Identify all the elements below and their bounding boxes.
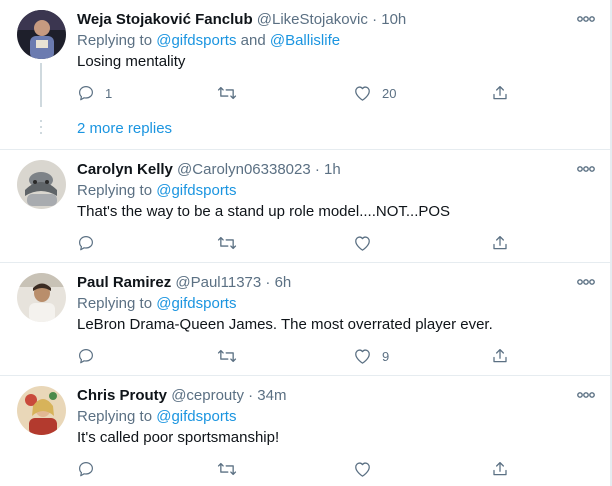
more-button[interactable] — [576, 160, 596, 180]
more-icon — [577, 166, 595, 172]
mention-link[interactable]: @gifdsports — [156, 182, 236, 199]
tweet-header: Carolyn Kelly @Carolyn06338023 · 1h — [77, 160, 596, 180]
reply-count: 1 — [105, 85, 113, 101]
display-name[interactable]: Chris Prouty — [77, 387, 167, 404]
like-button[interactable]: 9 — [353, 345, 389, 367]
share-icon — [493, 348, 507, 363]
reply-button[interactable] — [77, 345, 105, 367]
timestamp[interactable]: 6h — [275, 274, 292, 291]
mention-link[interactable]: @gifdsports — [156, 32, 236, 49]
tweet[interactable]: Carolyn Kelly @Carolyn06338023 · 1h Repl… — [0, 150, 610, 263]
tweet-actions — [77, 458, 507, 480]
timestamp[interactable]: 1h — [324, 161, 341, 178]
replying-prefix: Replying to — [77, 32, 157, 49]
reply-icon — [79, 86, 93, 101]
share-icon — [493, 461, 507, 476]
share-button[interactable] — [491, 458, 509, 480]
reply-icon — [79, 462, 93, 477]
tweet-text: LeBron Drama-Queen James. The most overr… — [77, 316, 493, 333]
and-word: and — [236, 32, 270, 49]
replying-to: Replying to @gifdsports — [77, 294, 596, 314]
replying-to: Replying to @gifdsports — [77, 407, 596, 427]
more-icon — [577, 279, 595, 285]
reply-button[interactable] — [77, 232, 105, 254]
reply-icon — [79, 236, 93, 251]
separator: · — [265, 274, 271, 291]
tweet-header: Chris Prouty @ceprouty · 34m — [77, 386, 596, 406]
display-name[interactable]: Weja Stojaković Fanclub — [77, 11, 253, 28]
reply-icon — [79, 349, 93, 364]
separator: · — [372, 11, 378, 28]
mention-link[interactable]: @gifdsports — [156, 295, 236, 312]
retweet-icon — [217, 86, 237, 100]
like-icon — [355, 236, 370, 251]
replying-to: Replying to @gifdsports and @Ballislife — [77, 31, 596, 51]
more-icon — [577, 392, 595, 398]
tweet-actions: 9 — [77, 345, 507, 367]
timestamp[interactable]: 10h — [381, 11, 406, 28]
tweet[interactable]: Chris Prouty @ceprouty · 34m Replying to… — [0, 376, 610, 486]
tweet-header: Paul Ramirez @Paul11373 · 6h — [77, 273, 596, 293]
tweet-text: That's the way to be a stand up role mod… — [77, 203, 451, 220]
tweet-actions: 1 20 — [77, 82, 507, 104]
replying-to: Replying to @gifdsports — [77, 181, 596, 201]
like-button[interactable] — [353, 232, 382, 254]
share-icon — [493, 85, 507, 100]
avatar[interactable] — [17, 160, 66, 209]
avatar[interactable] — [17, 273, 66, 322]
more-replies-link[interactable]: 2 more replies — [77, 120, 172, 137]
retweet-icon — [217, 349, 237, 363]
replying-prefix: Replying to — [77, 408, 157, 425]
tweet-actions — [77, 232, 507, 254]
retweet-button[interactable] — [217, 458, 247, 480]
like-icon — [355, 86, 370, 101]
handle[interactable]: @LikeStojakovic — [257, 11, 368, 28]
timestamp[interactable]: 34m — [257, 387, 286, 404]
thread-line — [40, 63, 42, 107]
tweet-text: Losing mentality — [77, 53, 186, 70]
more-button[interactable] — [576, 386, 596, 406]
reply-button[interactable] — [77, 458, 105, 480]
retweet-icon — [217, 462, 237, 476]
separator: · — [314, 161, 320, 178]
thread-dots — [40, 120, 42, 138]
avatar[interactable] — [17, 386, 66, 435]
share-button[interactable] — [491, 345, 509, 367]
retweet-button[interactable] — [217, 345, 247, 367]
tweet-header: Weja Stojaković Fanclub @LikeStojakovic … — [77, 10, 596, 30]
mention-link[interactable]: @gifdsports — [156, 408, 236, 425]
like-icon — [355, 349, 370, 364]
retweet-button[interactable] — [217, 82, 247, 104]
more-button[interactable] — [576, 273, 596, 293]
handle[interactable]: @Carolyn06338023 — [177, 161, 311, 178]
retweet-icon — [217, 236, 237, 250]
avatar[interactable] — [17, 10, 66, 59]
like-icon — [355, 462, 370, 477]
share-icon — [493, 235, 507, 250]
handle[interactable]: @ceprouty — [171, 387, 244, 404]
share-button[interactable] — [491, 232, 509, 254]
like-button[interactable]: 20 — [353, 82, 396, 104]
like-count: 20 — [382, 85, 397, 101]
tweet[interactable]: Paul Ramirez @Paul11373 · 6h Replying to… — [0, 263, 610, 376]
display-name[interactable]: Carolyn Kelly — [77, 161, 173, 178]
replying-prefix: Replying to — [77, 295, 157, 312]
tweet-text: It's called poor sportsmanship! — [77, 429, 280, 446]
display-name[interactable]: Paul Ramirez — [77, 274, 171, 291]
mention-link[interactable]: @Ballislife — [270, 32, 340, 49]
retweet-button[interactable] — [217, 232, 247, 254]
more-icon — [577, 16, 595, 22]
like-count: 9 — [382, 348, 390, 364]
handle[interactable]: @Paul11373 — [175, 274, 261, 291]
replying-prefix: Replying to — [77, 182, 157, 199]
like-button[interactable] — [353, 458, 382, 480]
share-button[interactable] — [491, 82, 509, 104]
separator: · — [248, 387, 254, 404]
more-button[interactable] — [576, 10, 596, 30]
tweet[interactable]: Weja Stojaković Fanclub @LikeStojakovic … — [0, 0, 610, 150]
reply-button[interactable]: 1 — [77, 82, 112, 104]
